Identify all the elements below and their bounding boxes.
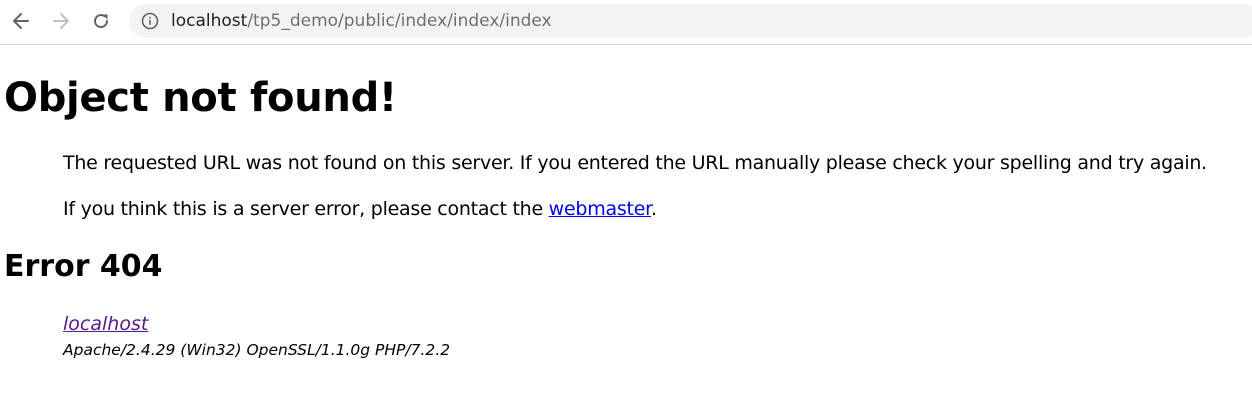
error-code-heading: Error 404 <box>4 249 163 284</box>
contact-message-prefix: If you think this is a server error, ple… <box>63 198 549 220</box>
contact-message-suffix: . <box>650 198 657 220</box>
host-link[interactable]: localhost <box>63 313 450 335</box>
forward-button[interactable] <box>48 8 74 34</box>
arrow-right-icon <box>53 13 69 29</box>
url-text[interactable]: localhost/tp5_demo/public/index/index/in… <box>171 4 552 38</box>
contact-message: If you think this is a server error, ple… <box>63 198 657 220</box>
browser-toolbar: localhost/tp5_demo/public/index/index/in… <box>0 0 1252 45</box>
server-signature: Apache/2.4.29 (Win32) OpenSSL/1.1.0g PHP… <box>63 341 451 359</box>
reload-icon <box>94 14 109 29</box>
url-host: localhost <box>171 11 248 31</box>
webmaster-link[interactable]: webmaster <box>549 198 652 220</box>
address-bar[interactable]: localhost/tp5_demo/public/index/index/in… <box>129 4 1252 38</box>
back-button[interactable] <box>8 8 34 34</box>
page-title: Object not found! <box>4 75 397 121</box>
server-address: localhost Apache/2.4.29 (Win32) OpenSSL/… <box>63 313 450 359</box>
reload-button[interactable] <box>88 8 114 34</box>
url-path: /tp5_demo/public/index/index/index <box>247 11 552 31</box>
arrow-left-icon <box>13 13 29 29</box>
info-circle-icon[interactable] <box>141 12 159 30</box>
error-message: The requested URL was not found on this … <box>63 152 1207 174</box>
